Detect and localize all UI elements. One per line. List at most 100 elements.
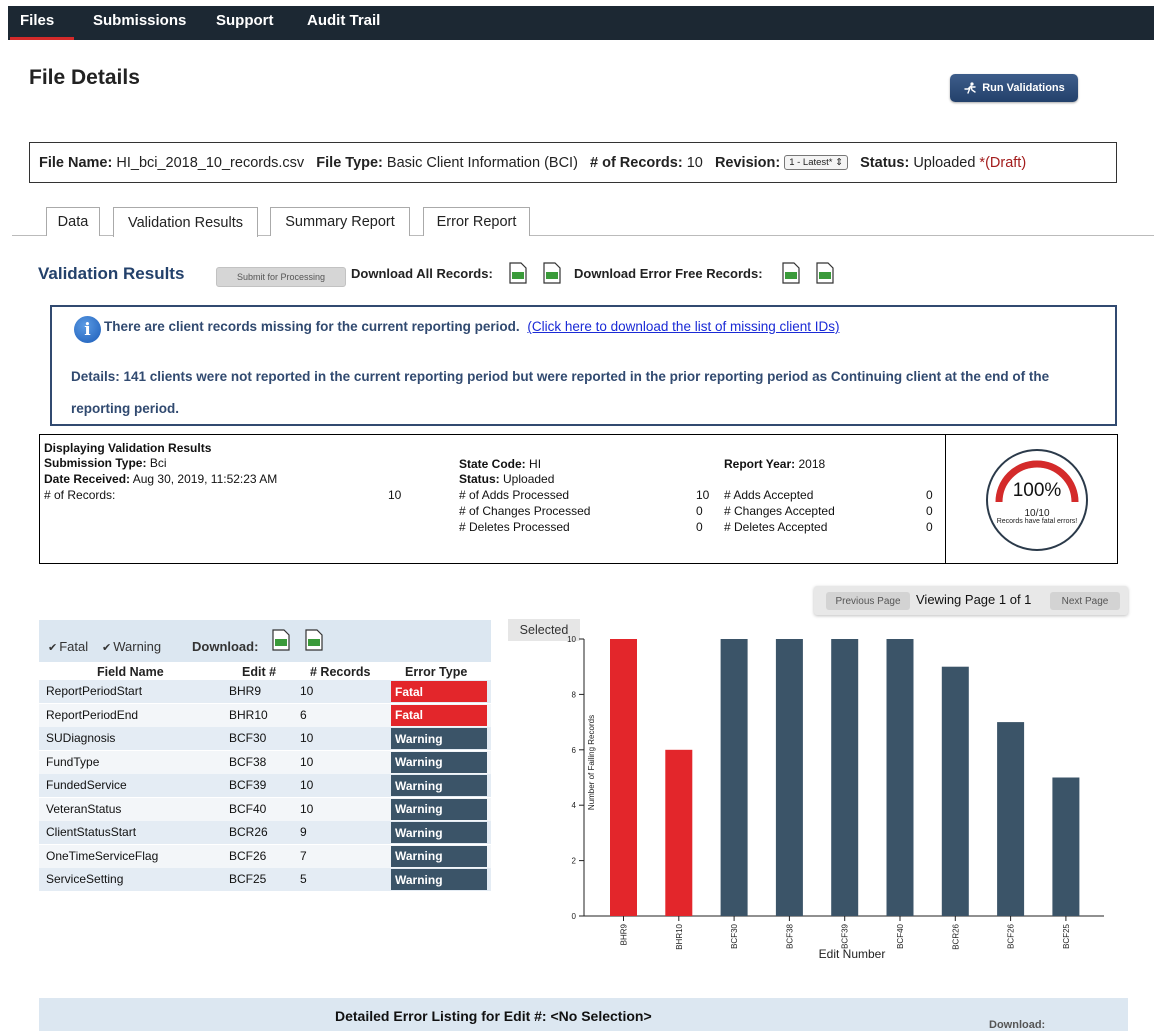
revision-label: Revision: bbox=[714, 154, 781, 171]
run-validations-button[interactable]: Run Validations bbox=[950, 74, 1078, 102]
warning-filter[interactable]: ✔ Warning bbox=[102, 639, 161, 654]
date-received-label: Date Received: bbox=[44, 472, 131, 486]
next-page-button[interactable]: Next Page bbox=[1050, 592, 1120, 610]
select-arrows-icon: ⇕ bbox=[835, 157, 844, 168]
detailed-error-download-label: Download: bbox=[989, 1019, 1046, 1031]
summary-heading: Displaying Validation Results bbox=[44, 441, 212, 455]
file-name-label: File Name: bbox=[39, 154, 113, 171]
nav-submissions[interactable]: Submissions bbox=[93, 12, 186, 29]
error-type-badge: Warning bbox=[391, 728, 487, 749]
submit-for-processing-button[interactable]: Submit for Processing bbox=[216, 267, 346, 287]
table-download-label: Download: bbox=[192, 639, 259, 654]
adds-processed-value: 10 bbox=[696, 488, 710, 502]
y-tick-label: 0 bbox=[572, 912, 577, 921]
y-tick-label: 8 bbox=[572, 690, 577, 699]
nav-support[interactable]: Support bbox=[216, 12, 274, 29]
chart-bar[interactable] bbox=[941, 666, 969, 916]
file-type: Basic Client Information (BCI) bbox=[386, 154, 578, 171]
previous-page-button[interactable]: Previous Page bbox=[826, 592, 910, 610]
col-header-records[interactable]: # Records bbox=[310, 665, 370, 679]
cell-field-name: ClientStatusStart bbox=[46, 825, 137, 839]
adds-accepted-value: 0 bbox=[926, 488, 933, 502]
x-tick-label: BCR26 bbox=[951, 923, 960, 949]
x-tick-label: BCF30 bbox=[730, 923, 739, 948]
error-type-badge: Warning bbox=[391, 751, 487, 773]
error-type-badge: Warning bbox=[391, 869, 487, 890]
download-missing-ids-link[interactable]: (Click here to download the list of miss… bbox=[527, 319, 839, 334]
xls-file-icon[interactable] bbox=[782, 262, 800, 284]
summary-status-label: Status: bbox=[459, 472, 500, 486]
running-person-icon bbox=[964, 82, 976, 94]
tab-error-report[interactable]: Error Report bbox=[423, 207, 530, 236]
draft-badge: *(Draft) bbox=[979, 154, 1027, 171]
tab-summary-report[interactable]: Summary Report bbox=[270, 207, 410, 236]
deletes-processed-label: # Deletes Processed bbox=[459, 520, 570, 534]
x-tick-label: BCF38 bbox=[785, 923, 794, 948]
cell-record-count: 10 bbox=[300, 778, 314, 792]
nav-files[interactable]: Files bbox=[20, 12, 54, 29]
gauge-message: Records have fatal errors! bbox=[996, 518, 1078, 525]
nav-active-indicator bbox=[10, 37, 74, 40]
gauge-percent: 100% bbox=[1012, 480, 1062, 501]
cell-edit-number: BCF26 bbox=[229, 848, 267, 863]
csv-file-icon[interactable] bbox=[305, 629, 323, 651]
cell-record-count: 9 bbox=[300, 825, 307, 839]
chart-bar[interactable] bbox=[720, 639, 748, 916]
chart-bar[interactable] bbox=[1052, 777, 1080, 917]
error-type-badge: Warning bbox=[391, 845, 487, 867]
tab-data[interactable]: Data bbox=[46, 207, 100, 236]
cell-record-count: 10 bbox=[300, 731, 314, 745]
warning-filter-label: Warning bbox=[113, 639, 162, 654]
cell-edit-number: BHR10 bbox=[229, 707, 268, 722]
nav-audit-trail[interactable]: Audit Trail bbox=[307, 12, 380, 29]
changes-accepted-label: # Changes Accepted bbox=[724, 504, 835, 518]
y-tick-label: 10 bbox=[567, 636, 576, 644]
checkbox-checked-icon[interactable]: ✔ bbox=[48, 642, 57, 654]
revision-select[interactable]: 1 - Latest* ⇕ bbox=[784, 155, 849, 170]
cell-edit-number: BCR26 bbox=[229, 825, 268, 839]
checkbox-checked-icon[interactable]: ✔ bbox=[102, 642, 111, 654]
chart-bar[interactable] bbox=[610, 639, 637, 916]
x-tick-label: BCF26 bbox=[1007, 923, 1016, 948]
download-error-free-label: Download Error Free Records: bbox=[574, 266, 763, 281]
cell-record-count: 7 bbox=[300, 848, 307, 863]
chart-bar[interactable] bbox=[775, 639, 803, 916]
records-label: # of Records: bbox=[590, 154, 683, 171]
y-tick-label: 4 bbox=[572, 801, 577, 810]
x-tick-label: BCF40 bbox=[896, 923, 905, 948]
deletes-processed-value: 0 bbox=[696, 520, 703, 534]
summary-status: Uploaded bbox=[503, 472, 555, 486]
file-info-bar: File Name: HI_bci_2018_10_records.csv Fi… bbox=[29, 142, 1117, 183]
chart-bar[interactable] bbox=[997, 722, 1025, 916]
col-header-field-name[interactable]: Field Name bbox=[97, 665, 164, 679]
changes-accepted-value: 0 bbox=[926, 504, 933, 518]
cell-field-name: VeteranStatus bbox=[46, 801, 122, 816]
chart-bar[interactable] bbox=[665, 749, 693, 916]
cell-record-count: 10 bbox=[300, 754, 314, 769]
chart-bar[interactable] bbox=[831, 639, 859, 916]
validation-results-heading: Validation Results bbox=[38, 264, 185, 283]
status-value: Uploaded bbox=[913, 154, 976, 171]
xls-file-icon[interactable] bbox=[272, 629, 290, 651]
chart-bar[interactable] bbox=[886, 639, 914, 916]
date-received: Aug 30, 2019, 11:52:23 AM bbox=[132, 472, 278, 486]
deletes-accepted-value: 0 bbox=[926, 520, 933, 534]
page-title: File Details bbox=[29, 66, 140, 89]
records-count: 10 bbox=[686, 154, 703, 171]
csv-file-icon[interactable] bbox=[816, 262, 834, 284]
cell-edit-number: BHR9 bbox=[229, 684, 262, 698]
detailed-error-title: Detailed Error Listing for Edit #: <No S… bbox=[335, 1008, 652, 1024]
cell-field-name: FundedService bbox=[46, 778, 127, 792]
fatal-filter[interactable]: ✔ Fatal bbox=[48, 639, 88, 654]
summary-divider bbox=[945, 435, 946, 563]
state-code: HI bbox=[529, 457, 542, 471]
csv-file-icon[interactable] bbox=[543, 262, 561, 284]
file-name: HI_bci_2018_10_records.csv bbox=[116, 154, 305, 171]
col-header-edit[interactable]: Edit # bbox=[242, 665, 276, 679]
col-header-error-type[interactable]: Error Type bbox=[405, 665, 467, 679]
cell-edit-number: BCF30 bbox=[229, 731, 267, 745]
tab-validation-results[interactable]: Validation Results bbox=[113, 207, 258, 237]
xls-file-icon[interactable] bbox=[509, 262, 527, 284]
x-axis-title: Edit Number bbox=[819, 947, 886, 961]
alert-details: Details: 141 clients were not reported i… bbox=[71, 369, 1050, 416]
